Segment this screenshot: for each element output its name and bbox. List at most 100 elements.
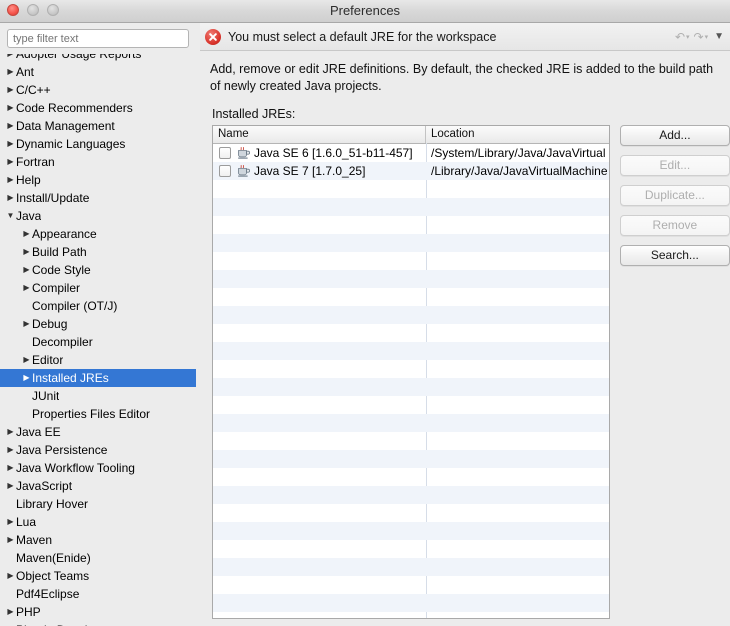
column-header-name[interactable]: Name <box>213 126 426 143</box>
table-row[interactable] <box>213 180 609 198</box>
back-button[interactable]: ↶ ▾ <box>674 31 691 43</box>
table-row[interactable]: Java SE 7 [1.7.0_25] /Library/Java/JavaVi… <box>213 162 609 180</box>
chevron-right-icon[interactable] <box>5 513 16 531</box>
table-row[interactable] <box>213 522 609 540</box>
sidebar-item-dynamic-languages[interactable]: Dynamic Languages <box>0 135 196 153</box>
chevron-right-icon[interactable] <box>5 171 16 189</box>
jre-default-checkbox[interactable] <box>219 165 231 177</box>
sidebar-item-help[interactable]: Help <box>0 171 196 189</box>
sidebar-item-properties-files-editor[interactable]: Properties Files Editor <box>0 405 196 423</box>
chevron-right-icon[interactable] <box>5 189 16 207</box>
chevron-right-icon[interactable] <box>21 315 32 333</box>
sidebar-item-php[interactable]: PHP <box>0 603 196 621</box>
sidebar-item-lua[interactable]: Lua <box>0 513 196 531</box>
table-row[interactable] <box>213 216 609 234</box>
table-row[interactable] <box>213 486 609 504</box>
minimize-button[interactable] <box>27 4 39 16</box>
chevron-right-icon[interactable] <box>5 153 16 171</box>
sidebar-item-java-persistence[interactable]: Java Persistence <box>0 441 196 459</box>
table-row[interactable] <box>213 198 609 216</box>
chevron-down-icon[interactable] <box>5 207 16 225</box>
table-row[interactable] <box>213 306 609 324</box>
table-row[interactable] <box>213 342 609 360</box>
table-row[interactable] <box>213 378 609 396</box>
column-header-location[interactable]: Location <box>426 126 609 143</box>
table-row[interactable] <box>213 324 609 342</box>
preference-tree-scroll[interactable]: Adopter Usage Reports Ant C/C++ Code Recomm… <box>0 54 196 626</box>
sidebar-item-adopter-usage-reports[interactable]: Adopter Usage Reports <box>0 54 196 63</box>
sidebar-item-c-c[interactable]: C/C++ <box>0 81 196 99</box>
jre-table[interactable]: Name Location Java SE 6 [1.6.0_51-b11-45… <box>212 125 610 619</box>
table-row[interactable]: Java SE 6 [1.6.0_51-b11-457] /System/Libr… <box>213 144 609 162</box>
table-row[interactable] <box>213 540 609 558</box>
sidebar-item-data-management[interactable]: Data Management <box>0 117 196 135</box>
sidebar-item-debug[interactable]: Debug <box>0 315 196 333</box>
table-row[interactable] <box>213 432 609 450</box>
table-row[interactable] <box>213 288 609 306</box>
table-row[interactable] <box>213 504 609 522</box>
sidebar-item-junit[interactable]: JUnit <box>0 387 196 405</box>
chevron-right-icon[interactable] <box>21 261 32 279</box>
forward-button[interactable]: ↷ ▾ <box>693 31 710 43</box>
sidebar-item-code-style[interactable]: Code Style <box>0 261 196 279</box>
chevron-right-icon[interactable] <box>21 369 32 387</box>
sidebar-item-maven[interactable]: Maven <box>0 531 196 549</box>
chevron-right-icon[interactable] <box>21 225 32 243</box>
sidebar-item-compiler-ot-j[interactable]: Compiler (OT/J) <box>0 297 196 315</box>
chevron-right-icon[interactable] <box>21 351 32 369</box>
sidebar-item-pdf4eclipse[interactable]: Pdf4Eclipse <box>0 585 196 603</box>
table-row[interactable] <box>213 450 609 468</box>
sidebar-item-java-ee[interactable]: Java EE <box>0 423 196 441</box>
chevron-right-icon[interactable] <box>5 423 16 441</box>
chevron-right-icon[interactable] <box>5 99 16 117</box>
table-row[interactable] <box>213 360 609 378</box>
chevron-right-icon[interactable] <box>5 459 16 477</box>
filter-input[interactable] <box>7 29 189 48</box>
chevron-right-icon[interactable] <box>5 81 16 99</box>
sidebar-item-install-update[interactable]: Install/Update <box>0 189 196 207</box>
chevron-right-icon[interactable] <box>5 477 16 495</box>
chevron-right-icon[interactable] <box>5 441 16 459</box>
sidebar-item-javascript[interactable]: JavaScript <box>0 477 196 495</box>
sidebar-item-editor[interactable]: Editor <box>0 351 196 369</box>
table-row[interactable] <box>213 252 609 270</box>
table-row[interactable] <box>213 414 609 432</box>
jre-default-checkbox[interactable] <box>219 147 231 159</box>
chevron-right-icon[interactable] <box>21 279 32 297</box>
table-row[interactable] <box>213 594 609 612</box>
view-menu-icon[interactable]: ▼ <box>711 31 724 42</box>
sidebar-item-code-recommenders[interactable]: Code Recommenders <box>0 99 196 117</box>
sidebar-item-fortran[interactable]: Fortran <box>0 153 196 171</box>
sidebar-item-plug-in-development[interactable]: Plug-in Development <box>0 621 196 626</box>
table-row[interactable] <box>213 558 609 576</box>
sidebar-item-java[interactable]: Java <box>0 207 196 225</box>
table-row[interactable] <box>213 612 609 618</box>
chevron-right-icon[interactable] <box>5 135 16 153</box>
table-row[interactable] <box>213 396 609 414</box>
add-button[interactable]: Add... <box>619 125 730 146</box>
zoom-button[interactable] <box>47 4 59 16</box>
sidebar-item-installed-jres[interactable]: Installed JREs <box>0 369 196 387</box>
chevron-right-icon[interactable] <box>5 117 16 135</box>
chevron-right-icon[interactable] <box>5 603 16 621</box>
table-row[interactable] <box>213 576 609 594</box>
sidebar-item-java-workflow-tooling[interactable]: Java Workflow Tooling <box>0 459 196 477</box>
sidebar-item-library-hover[interactable]: Library Hover <box>0 495 196 513</box>
sidebar-item-decompiler[interactable]: Decompiler <box>0 333 196 351</box>
table-row[interactable] <box>213 234 609 252</box>
close-button[interactable] <box>7 4 19 16</box>
chevron-right-icon[interactable] <box>5 54 16 63</box>
chevron-right-icon[interactable] <box>21 243 32 261</box>
table-row[interactable] <box>213 270 609 288</box>
sidebar-item-build-path[interactable]: Build Path <box>0 243 196 261</box>
chevron-right-icon[interactable] <box>5 567 16 585</box>
sidebar-item-maven-enide[interactable]: Maven(Enide) <box>0 549 196 567</box>
sidebar-item-object-teams[interactable]: Object Teams <box>0 567 196 585</box>
sidebar-item-appearance[interactable]: Appearance <box>0 225 196 243</box>
chevron-right-icon[interactable] <box>5 531 16 549</box>
search-button[interactable]: Search... <box>619 245 730 266</box>
chevron-right-icon[interactable] <box>5 63 16 81</box>
sidebar-item-compiler[interactable]: Compiler <box>0 279 196 297</box>
chevron-right-icon[interactable] <box>5 621 16 626</box>
table-row[interactable] <box>213 468 609 486</box>
